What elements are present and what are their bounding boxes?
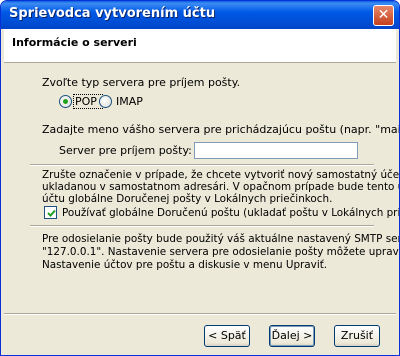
smtp-note-line-2: "127.0.0.1". Nastavenie servera pre odos…	[42, 246, 400, 258]
cancel-button[interactable]: Zrušiť	[334, 325, 380, 347]
smtp-note-line-1: Pre odosielanie pošty bude použitý váš a…	[42, 233, 400, 245]
global-inbox-note-line-2: ukladanou v samostatnom adresári. V opač…	[42, 181, 399, 193]
imap-radio-label[interactable]: IMAP	[116, 95, 143, 108]
pop-radio[interactable]	[59, 95, 72, 108]
global-inbox-checkbox-label[interactable]: Používať globálne Doručenú poštu (uklada…	[62, 207, 399, 219]
close-icon[interactable]: ✕	[373, 5, 394, 26]
divider	[30, 225, 374, 227]
title-bar[interactable]: Sprievodca vytvorením účtu ✕	[1, 1, 399, 29]
incoming-server-input[interactable]	[194, 142, 358, 159]
page-title: Informácie o serveri	[12, 36, 137, 49]
imap-radio[interactable]	[99, 95, 112, 108]
back-button[interactable]: < Späť	[204, 325, 250, 347]
window-title: Sprievodca vytvorením účtu	[9, 6, 216, 21]
check-icon	[47, 209, 56, 217]
global-inbox-note-line-1: Zrušte označenie v prípade, že chcete vy…	[42, 169, 400, 181]
incoming-server-prompt: Zadajte meno vášho servera pre prichádza…	[42, 123, 400, 136]
next-button[interactable]: Ďalej >	[269, 325, 315, 347]
divider	[30, 164, 374, 166]
wizard-window: Sprievodca vytvorením účtu ✕ Informácie …	[0, 0, 400, 356]
pop-radio-label[interactable]: POP	[75, 95, 97, 108]
server-type-prompt: Zvoľte typ servera pre príjem pošty.	[42, 76, 241, 89]
incoming-server-label: Server pre príjem pošty:	[59, 144, 192, 157]
footer-divider	[4, 313, 396, 315]
page-header: Informácie o serveri	[4, 29, 396, 63]
smtp-note-line-3: Nastavenie účtov pre poštu a diskusie v …	[42, 259, 328, 271]
global-inbox-note-line-3: účtu globálne Doručenej pošty v Lokálnyc…	[42, 193, 333, 205]
global-inbox-checkbox[interactable]	[44, 206, 57, 219]
